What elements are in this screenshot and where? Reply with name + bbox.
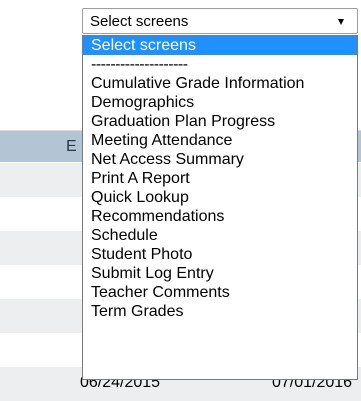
dropdown-option[interactable]: Term Grades [83,302,357,321]
dropdown-option[interactable]: Teacher Comments [83,283,357,302]
dropdown-option[interactable]: Meeting Attendance [83,131,357,150]
dropdown-option[interactable]: Cumulative Grade Information [83,74,357,93]
screen-select-value: Select screens [90,13,189,30]
dropdown-option[interactable]: Recommendations [83,207,357,226]
dropdown-option[interactable]: Select screens [83,36,357,55]
screen-select[interactable]: Select screens [82,8,358,34]
dropdown-option[interactable]: Student Photo [83,245,357,264]
dropdown-option[interactable]: Print A Report [83,169,357,188]
dropdown-option[interactable]: Demographics [83,93,357,112]
screen-dropdown-list[interactable]: Select screens -------------------- Cumula… [82,35,358,380]
dropdown-option[interactable]: Submit Log Entry [83,264,357,283]
dropdown-option[interactable]: Schedule [83,226,357,245]
dropdown-separator: -------------------- [91,56,188,73]
dropdown-option[interactable]: Graduation Plan Progress [83,112,357,131]
table-header-cell: E [66,138,77,155]
dropdown-option[interactable]: Net Access Summary [83,150,357,169]
dropdown-option[interactable]: Quick Lookup [83,188,357,207]
chevron-down-icon[interactable] [338,19,344,25]
